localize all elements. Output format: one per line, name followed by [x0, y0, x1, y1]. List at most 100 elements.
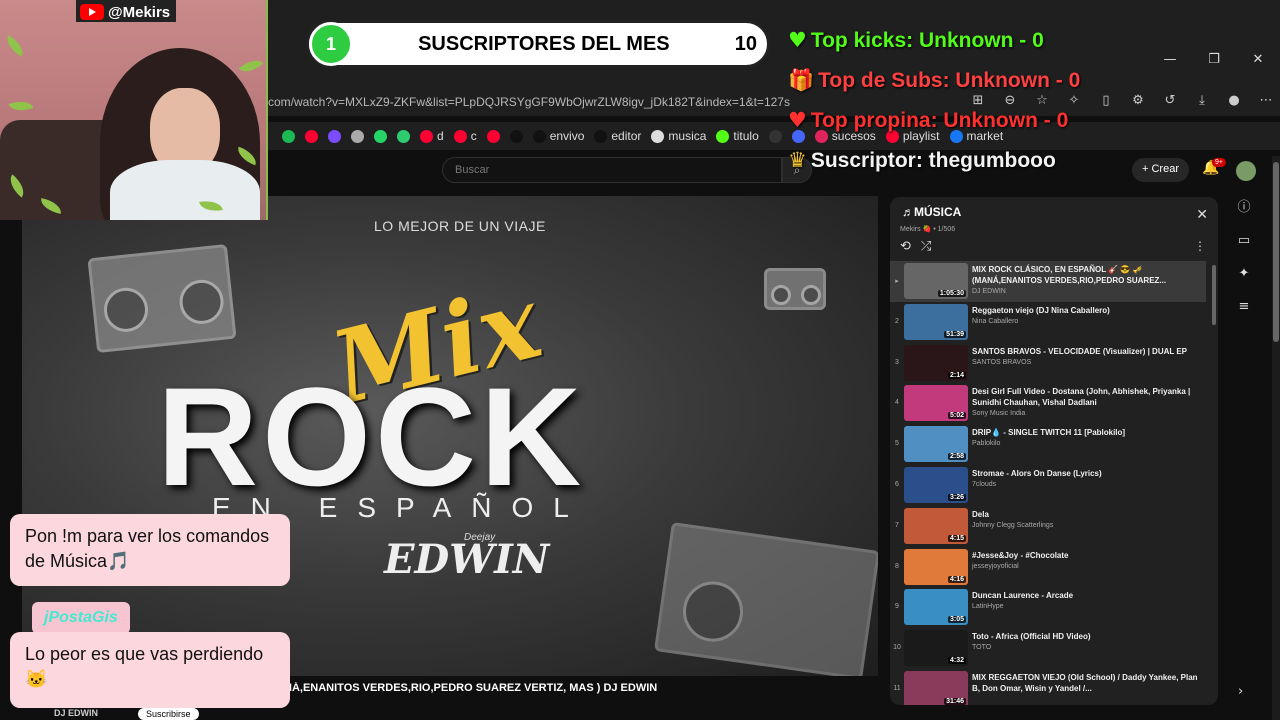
minimize-button[interactable]: — — [1148, 52, 1192, 67]
bookmark-item[interactable]: c — [453, 129, 477, 143]
playlist-item-thumbnail[interactable]: 4:16 — [904, 548, 968, 585]
subscribe-button[interactable]: Suscribirse — [138, 708, 199, 720]
avatar[interactable] — [1236, 161, 1256, 181]
star-icon[interactable]: ☆ — [1032, 93, 1052, 108]
playlist-item-thumbnail[interactable]: 3:05 — [904, 589, 968, 626]
playlist-item-title[interactable]: #Jesse&Joy - #Chocolate — [972, 550, 1202, 561]
bookmark-item[interactable] — [397, 129, 410, 143]
playlist-item[interactable]: 7 4:15 Dela Johnny Clegg Scatterlings — [890, 506, 1206, 547]
playlist-item[interactable]: 9 3:05 Duncan Laurence - Arcade LatinHype — [890, 587, 1206, 628]
playlist-item[interactable]: ▸ 1:05:30 MIX ROCK CLÁSICO, EN ESPAÑOL 🎸 😎… — [890, 261, 1206, 302]
bookmark-item[interactable] — [374, 129, 387, 143]
playlist-item-thumbnail[interactable]: 51:39 — [904, 303, 968, 340]
info-icon[interactable]: ⓘ — [1237, 196, 1250, 215]
loop-icon[interactable]: ⟲ — [900, 239, 911, 254]
bookmark-item[interactable] — [328, 129, 341, 143]
playlist-item-thumbnail[interactable]: 3:26 — [904, 466, 968, 503]
settings-icon[interactable]: ⚙ — [1128, 93, 1148, 108]
bookmark-item[interactable] — [305, 129, 318, 143]
playlist-item[interactable]: 10 4:32 Toto - Africa (Official HD Video) T… — [890, 628, 1206, 669]
playlist-item[interactable]: 5 2:58 DRIP💧 - SINGLE TWITCH 11 [Pablokilo… — [890, 424, 1206, 465]
list-icon[interactable]: ≡ — [1239, 299, 1250, 314]
playlist-item-title[interactable]: Stromae - Alors On Danse (Lyrics) — [972, 468, 1202, 479]
channel-row: DJ EDWIN Suscribirse — [22, 706, 882, 720]
playlist-item-title[interactable]: Dela — [972, 509, 1202, 520]
close-window-button[interactable]: ✕ — [1236, 52, 1280, 67]
playlist-item-title[interactable]: Toto - Africa (Official HD Video) — [972, 631, 1202, 642]
video-player[interactable]: LO MEJOR DE UN VIAJE Mix ROCK EN ESPAÑOL… — [22, 196, 878, 676]
playlist-item-title[interactable]: DRIP💧 - SINGLE TWITCH 11 [Pablokilo] — [972, 427, 1202, 438]
extension-icon[interactable]: ✧ — [1064, 93, 1084, 108]
top-propina-text: Top propina: Unknown - 0 — [810, 109, 1069, 132]
youtube-header: Buscar ⌕ + Crear 🔔 9+ — [262, 152, 1280, 188]
more-icon[interactable]: ⋯ — [1256, 93, 1276, 108]
address-bar[interactable]: com/watch?v=MXLxZ9-ZKFw&list=PLpDQJRSYgG… — [262, 90, 1280, 116]
playlist-item[interactable]: 2 51:39 Reggaeton viejo (DJ Nina Caballero… — [890, 302, 1206, 343]
restore-button[interactable]: ❐ — [1192, 52, 1236, 67]
search-input[interactable]: Buscar — [442, 157, 782, 183]
bookmark-item[interactable] — [351, 129, 364, 143]
playlist-item-thumbnail[interactable]: 31:46 — [904, 670, 968, 705]
playlist-item-index: 5 — [895, 440, 899, 448]
shuffle-icon[interactable]: ⤮ — [921, 239, 931, 254]
playlist-item-index: 11 — [893, 684, 901, 692]
playlist-item-channel: 7clouds — [972, 480, 997, 488]
bookmark-item[interactable] — [768, 129, 782, 143]
playlist-item-title[interactable]: Duncan Laurence - Arcade — [972, 590, 1202, 601]
playlist-item[interactable]: 11 31:46 MIX REGGAETON VIEJO (Old School) … — [890, 669, 1206, 705]
url-text[interactable]: com/watch?v=MXLxZ9-ZKFw&list=PLpDQJRSYgG… — [268, 95, 790, 109]
bookmark-item[interactable] — [509, 129, 523, 143]
playlist-item-channel: Johnny Clegg Scatterlings — [972, 521, 1054, 529]
subs-goal-bar: 1 SUSCRIPTORES DEL MES 10 — [306, 20, 770, 68]
zoom-icon[interactable]: ⊖ — [1000, 93, 1020, 108]
playlist-item-duration: 2:14 — [947, 371, 966, 379]
apps-icon[interactable]: ⊞ — [968, 93, 988, 108]
history-icon[interactable]: ↺ — [1160, 93, 1180, 108]
bookmark-item[interactable] — [282, 129, 295, 143]
bookmark-item[interactable] — [486, 129, 500, 143]
split-view-icon[interactable]: ▯ — [1096, 93, 1116, 108]
bookmark-item[interactable]: titulo — [716, 129, 759, 143]
subs-label: SUSCRIPTORES DEL MES — [418, 32, 670, 55]
playlist-scrollbar[interactable] — [1212, 265, 1216, 325]
playlist-item-title[interactable]: MIX REGGAETON VIEJO (Old School) / Daddy… — [972, 672, 1202, 694]
create-button[interactable]: + Crear — [1132, 158, 1189, 182]
profile-icon[interactable]: ● — [1224, 93, 1244, 108]
heart-red-icon: ♥ — [788, 108, 807, 132]
bookmark-item[interactable]: envivo — [532, 129, 584, 143]
playlist-item-duration: 4:15 — [947, 534, 966, 542]
playlist-item-title[interactable]: Reggaeton viejo (DJ Nina Caballero) — [972, 305, 1202, 316]
bookmark-item[interactable]: editor — [594, 129, 641, 143]
playlist-item-title[interactable]: Desi Girl Full Video - Dostana (John, Ab… — [972, 386, 1202, 408]
bookmark-item[interactable]: musica — [651, 129, 706, 143]
top-propina: ♥ Top propina: Unknown - 0 — [788, 108, 1068, 133]
playlist-item-thumbnail[interactable]: 4:15 — [904, 507, 968, 544]
last-subscriber: ♛ Suscriptor: thegumbooo — [788, 148, 1056, 173]
close-icon[interactable]: ✕ — [1196, 207, 1208, 223]
playlist-item[interactable]: 3 2:14 SANTOS BRAVOS - VELOCIDADE (Visuali… — [890, 343, 1206, 384]
playlist-item-thumbnail[interactable]: 2:58 — [904, 426, 968, 463]
window-controls: — ❐ ✕ — [1148, 52, 1280, 67]
playlist-item-thumbnail[interactable]: 4:32 — [904, 630, 968, 667]
playlist-item-title[interactable]: MIX ROCK CLÁSICO, EN ESPAÑOL 🎸 😎 🎺 (MANÁ… — [972, 264, 1202, 286]
playlist-item-title[interactable]: SANTOS BRAVOS - VELOCIDADE (Visualizer) … — [972, 346, 1202, 357]
playlist-item[interactable]: 4 5:02 Desi Girl Full Video - Dostana (Joh… — [890, 383, 1206, 424]
playlist-item[interactable]: 6 3:26 Stromae - Alors On Danse (Lyrics) 7c… — [890, 465, 1206, 506]
bookmark-icon — [651, 129, 665, 143]
more-vert-icon[interactable]: ⋮ — [1194, 239, 1206, 253]
bookmark-icon — [328, 129, 341, 143]
sparkle-icon[interactable]: ✦ — [1239, 266, 1250, 281]
playlist-title[interactable]: ♬MÚSICA — [902, 205, 961, 219]
playlist-item-thumbnail[interactable]: 5:02 — [904, 385, 968, 422]
channel-name[interactable]: DJ EDWIN — [54, 708, 98, 718]
bookmark-item[interactable]: d — [420, 129, 444, 143]
download-icon[interactable]: ⤓ — [1192, 93, 1212, 108]
top-kicks: ♥ Top kicks: Unknown - 0 — [788, 28, 1044, 53]
chat-icon[interactable]: ▭ — [1238, 233, 1250, 248]
chevron-right-icon[interactable]: › — [1238, 684, 1243, 699]
boombox-bottom-image — [653, 522, 878, 676]
playlist-item-thumbnail[interactable]: 1:05:30 — [904, 263, 968, 299]
playlist-item-thumbnail[interactable]: 2:14 — [904, 344, 968, 381]
page-scrollbar[interactable] — [1272, 156, 1280, 720]
playlist-item[interactable]: 8 4:16 #Jesse&Joy - #Chocolate jesseyjoyofi… — [890, 547, 1206, 588]
